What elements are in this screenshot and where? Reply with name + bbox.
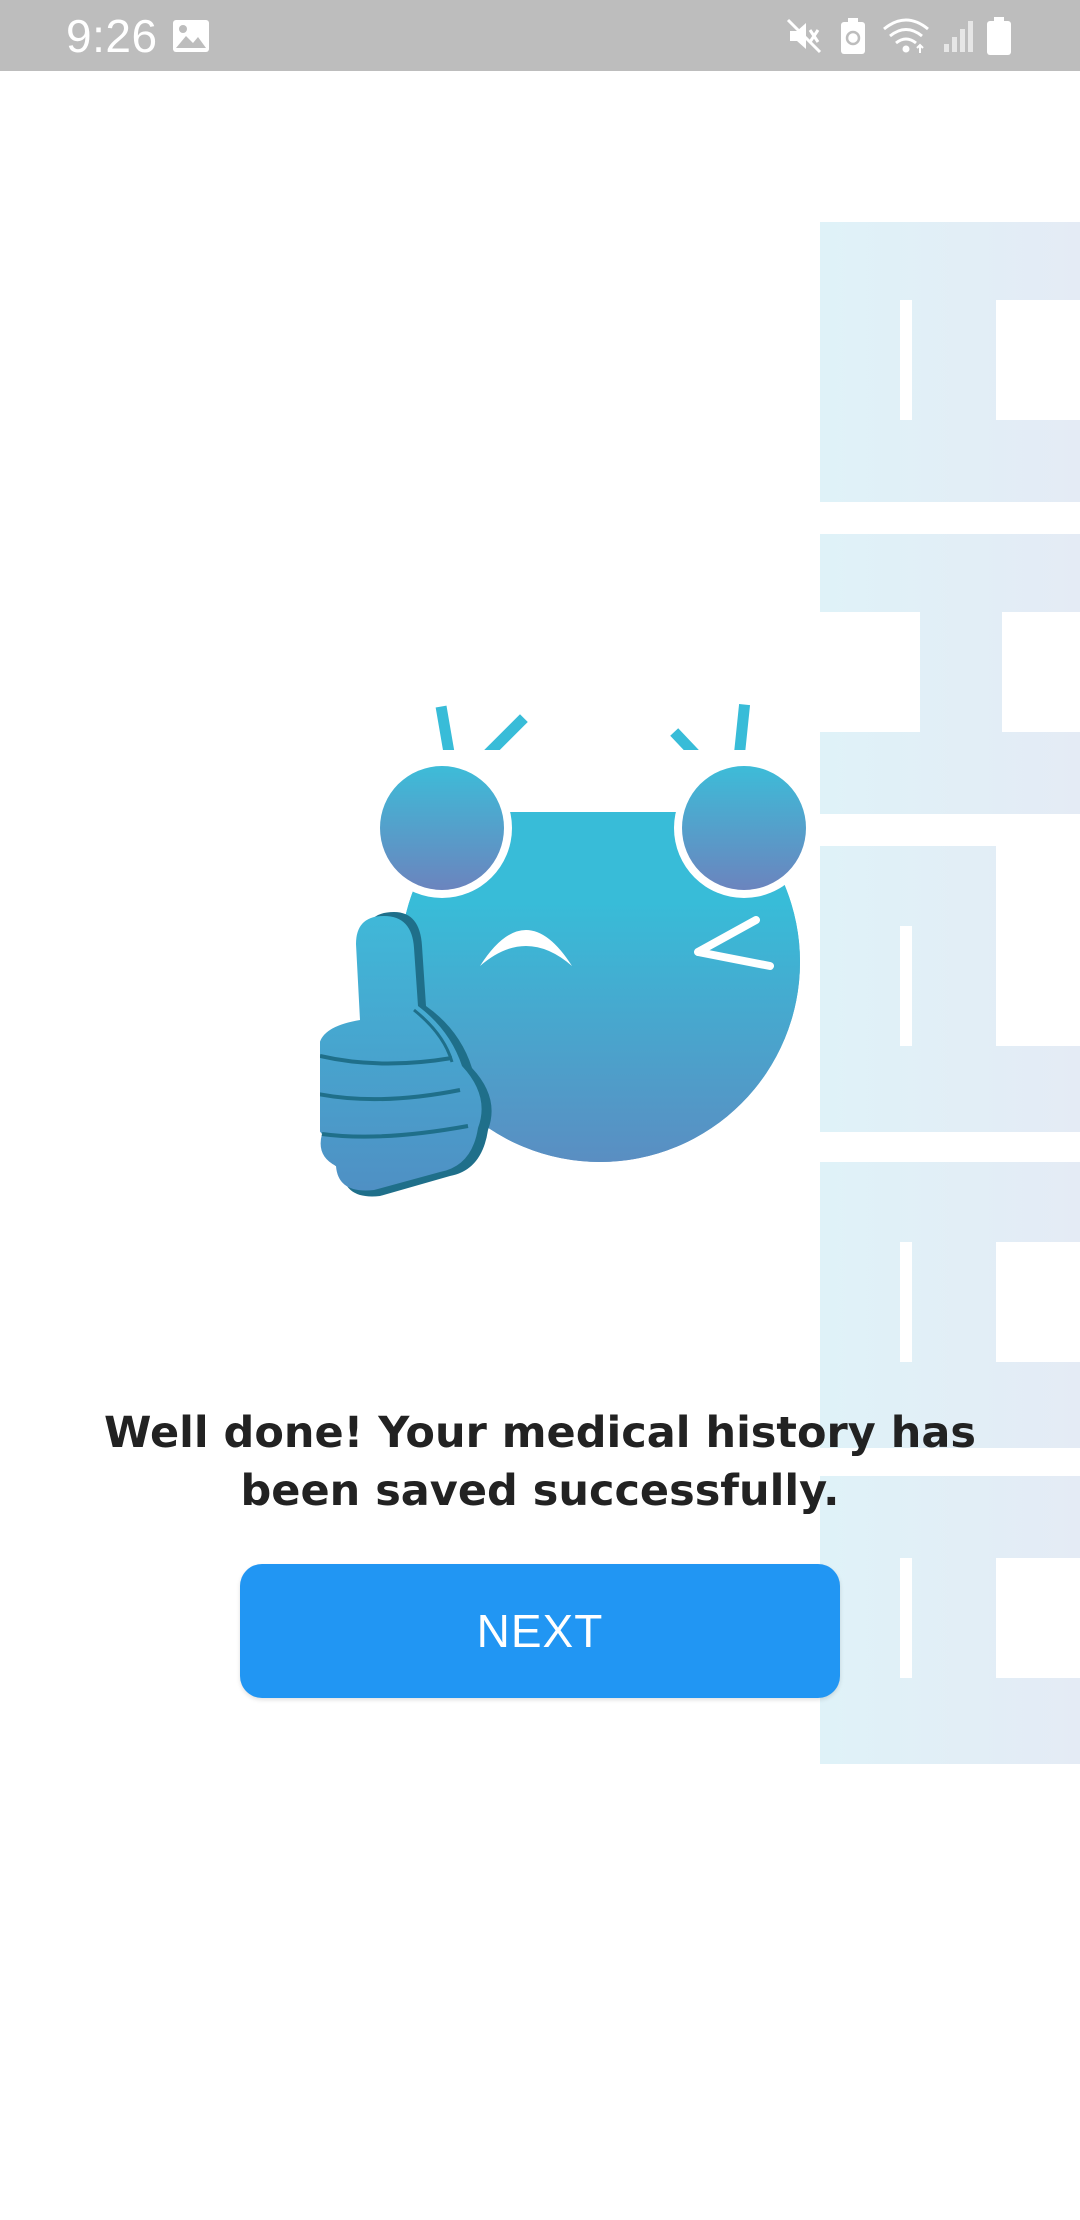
battery-icon — [986, 0, 1012, 71]
battery-saver-icon — [840, 0, 866, 71]
success-message: Well done! Your medical history has been… — [104, 1408, 976, 1516]
wifi-icon — [882, 0, 930, 71]
mute-icon — [786, 0, 822, 71]
signal-icon — [942, 0, 976, 71]
status-bar: 9:26 — [0, 0, 1080, 71]
decorative-side-art — [820, 222, 1080, 1764]
next-button[interactable]: NEXT — [240, 1564, 840, 1698]
gallery-icon — [172, 0, 210, 71]
thumbs-up-mascot-icon — [308, 690, 820, 1220]
status-time: 9:26 — [66, 10, 158, 62]
